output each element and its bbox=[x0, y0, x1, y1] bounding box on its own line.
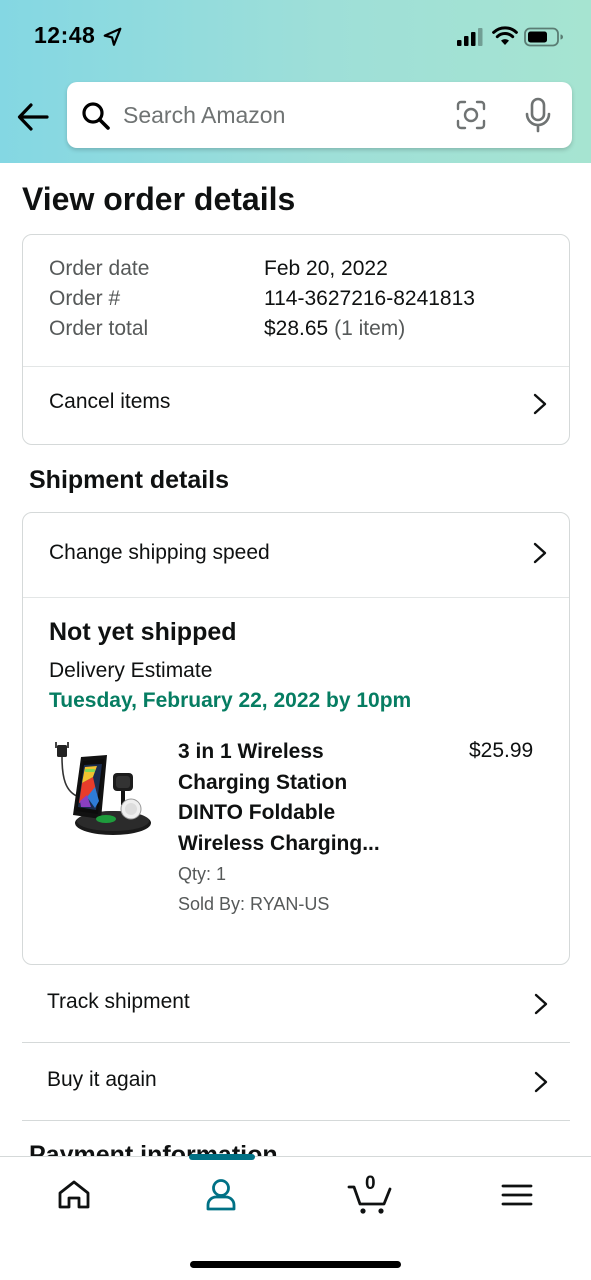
product-seller: Sold By: RYAN-US bbox=[178, 894, 330, 914]
cancel-items-label: Cancel items bbox=[49, 390, 171, 413]
track-shipment-button[interactable]: Track shipment bbox=[22, 966, 570, 1043]
active-tab-indicator bbox=[189, 1154, 255, 1160]
location-arrow-icon bbox=[103, 27, 122, 46]
camera-scan-icon[interactable] bbox=[455, 99, 487, 131]
tab-cart[interactable]: 0 bbox=[346, 1173, 396, 1217]
shipment-details-heading: Shipment details bbox=[29, 466, 230, 494]
order-number-label: Order # bbox=[49, 287, 121, 310]
chevron-right-icon bbox=[533, 542, 547, 564]
cart-count-badge: 0 bbox=[365, 1173, 376, 1194]
search-input[interactable] bbox=[123, 96, 423, 134]
order-number-value: 114-3627216-8241813 bbox=[264, 287, 475, 310]
cancel-items-button[interactable]: Cancel items bbox=[23, 367, 569, 444]
chevron-right-icon bbox=[534, 993, 548, 1015]
person-icon bbox=[206, 1179, 236, 1211]
battery-icon bbox=[524, 27, 563, 47]
chevron-right-icon bbox=[533, 393, 547, 415]
tab-home[interactable] bbox=[52, 1173, 96, 1217]
order-total-amount: $28.65 bbox=[264, 317, 329, 340]
product-title-line: DINTO Foldable bbox=[178, 801, 336, 824]
order-total-label: Order total bbox=[49, 317, 149, 340]
order-total-value: $28.65 (1 item) bbox=[264, 317, 405, 341]
chevron-right-icon bbox=[534, 1071, 548, 1093]
buy-it-again-button[interactable]: Buy it again bbox=[22, 1044, 570, 1121]
microphone-icon[interactable] bbox=[523, 97, 553, 133]
delivery-estimate-date: Tuesday, February 22, 2022 by 10pm bbox=[49, 689, 412, 712]
product-quantity: Qty: 1 bbox=[178, 864, 227, 884]
search-icon bbox=[82, 102, 110, 130]
back-arrow-icon[interactable] bbox=[16, 100, 50, 134]
home-indicator[interactable] bbox=[190, 1261, 401, 1268]
tab-menu[interactable] bbox=[495, 1173, 539, 1217]
product-title-link[interactable]: 3 in 1 Wireless Charging Station DINTO F… bbox=[178, 737, 438, 859]
product-title-line: Charging Station bbox=[178, 770, 348, 794]
shipment-status: Not yet shipped bbox=[49, 618, 237, 646]
product-title-line: Wireless Charging... bbox=[178, 831, 380, 855]
page-title: View order details bbox=[22, 181, 296, 217]
order-item-count: (1 item) bbox=[334, 317, 406, 340]
order-date-label: Order date bbox=[49, 257, 150, 280]
app-header: 12:48 bbox=[0, 0, 591, 163]
product-image[interactable] bbox=[51, 737, 155, 841]
delivery-estimate-label: Delivery Estimate bbox=[49, 659, 213, 682]
product-title-line: 3 in 1 Wireless bbox=[178, 740, 324, 763]
home-icon bbox=[58, 1180, 90, 1209]
search-bar[interactable] bbox=[67, 82, 572, 148]
status-time: 12:48 bbox=[34, 22, 96, 48]
order-summary-card: Order date Feb 20, 2022 Order # 114-3627… bbox=[22, 234, 570, 445]
product-price: $25.99 bbox=[469, 739, 534, 762]
cellular-signal-icon bbox=[457, 28, 483, 46]
order-date-value: Feb 20, 2022 bbox=[264, 257, 388, 280]
wifi-icon bbox=[492, 26, 518, 45]
status-bar: 12:48 bbox=[0, 0, 591, 70]
track-shipment-label: Track shipment bbox=[47, 990, 190, 1013]
change-shipping-speed-button[interactable]: Change shipping speed bbox=[23, 513, 569, 597]
shipment-card: Change shipping speed Not yet shipped De… bbox=[22, 512, 570, 965]
tab-account[interactable] bbox=[199, 1173, 243, 1217]
change-shipping-speed-label: Change shipping speed bbox=[49, 541, 270, 564]
divider bbox=[23, 597, 569, 598]
buy-it-again-label: Buy it again bbox=[47, 1068, 157, 1091]
hamburger-menu-icon bbox=[501, 1184, 533, 1206]
bottom-tab-bar: 0 bbox=[0, 1154, 591, 1280]
